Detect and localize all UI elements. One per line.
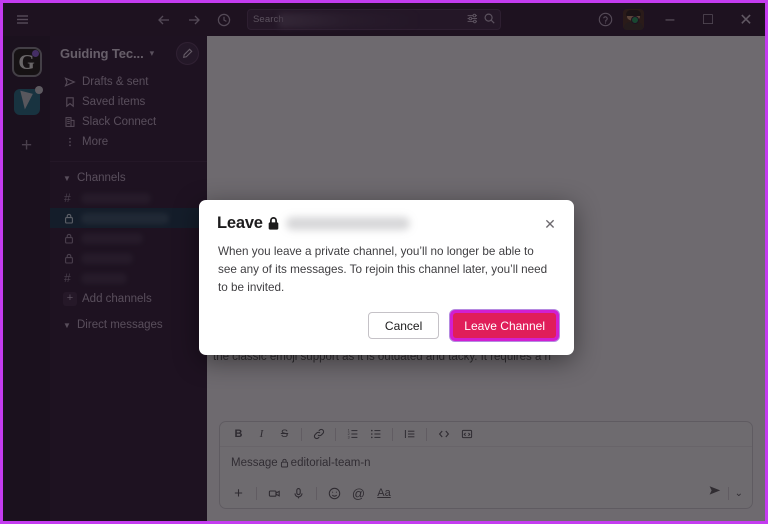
slack-app-window: Search [0,0,768,524]
dialog-title-text: Leave [217,214,263,233]
dialog-body-text: When you leave a private channel, you’ll… [199,234,574,297]
close-icon[interactable]: ✕ [540,214,560,234]
channel-name-redacted [286,217,410,230]
dialog-header: Leave ✕ [199,200,574,234]
leave-channel-dialog: Leave ✕ When you leave a private channel… [199,200,574,355]
lock-icon [267,216,280,231]
leave-channel-button[interactable]: Leave Channel [453,313,556,338]
dialog-footer: Cancel Leave Channel [368,309,560,342]
cancel-button[interactable]: Cancel [368,312,439,339]
dialog-title: Leave [217,214,410,233]
leave-channel-highlight: Leave Channel [449,309,560,342]
